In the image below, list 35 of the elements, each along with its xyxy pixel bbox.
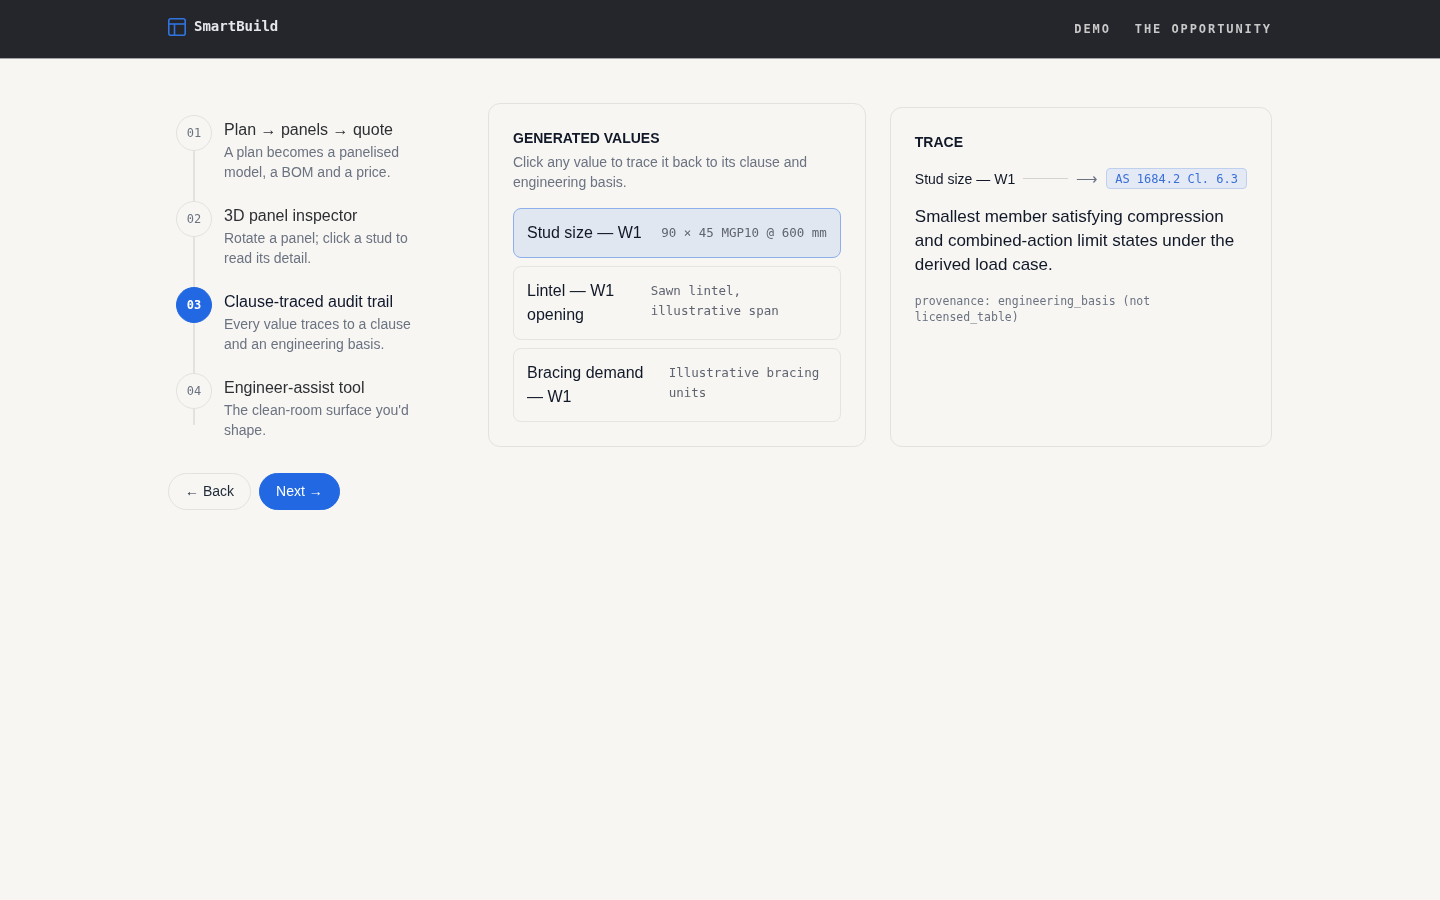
- value-label: Stud size — W1: [527, 223, 642, 243]
- back-button[interactable]: ← Back: [168, 473, 251, 510]
- trace-arrow: ⟶: [1076, 168, 1099, 189]
- step-description: Rotate a panel; click a stud to read its detail.: [224, 229, 409, 268]
- step-description: Every value traces to a clause and an engineering basis.: [224, 315, 412, 354]
- step-title[interactable]: Engineer-assist tool: [224, 376, 429, 400]
- step-description: The clean-room surface you'd shape.: [224, 401, 410, 440]
- section-description: Click any value to trace it back to its clause and engineering basis.: [513, 153, 809, 192]
- step-number[interactable]: 02: [176, 201, 212, 237]
- step-number[interactable]: 03: [176, 287, 212, 323]
- value-reading: Sawn lintel, illustrative span: [650, 282, 780, 320]
- value-label: Lintel — W1 opening: [527, 281, 616, 325]
- value-reading: Illustrative bracing units: [668, 364, 821, 402]
- trace-source: Stud size — W1: [914, 169, 1016, 189]
- trace-explanation: Smallest member satisfying compression and combined-action limit states under the derived load case.: [914, 206, 1236, 276]
- step-number[interactable]: 04: [176, 373, 212, 409]
- step-number[interactable]: 01: [176, 115, 212, 151]
- step-title[interactable]: Clause-traced audit trail: [224, 290, 429, 314]
- provenance-note: provenance: engineering_basis (not licensed_table): [914, 293, 1152, 325]
- nav-link[interactable]: DEMO: [1074, 20, 1111, 38]
- step-description: A plan becomes a panelised model, a BOM and a price.: [224, 143, 401, 182]
- section-title: GENERATED VALUES: [513, 129, 661, 148]
- clause-tag: AS 1684.2 Cl. 6.3: [1106, 168, 1247, 189]
- step-title[interactable]: Plan → panels → quote: [224, 118, 429, 142]
- layout-icon: [168, 17, 186, 36]
- step-title[interactable]: 3D panel inspector: [224, 204, 429, 228]
- next-button[interactable]: Next →: [259, 473, 340, 510]
- value-row[interactable]: Lintel — W1 opening Sawn lintel, illustrative span: [513, 266, 841, 340]
- value-row[interactable]: Bracing demand — W1 Illustrative bracing units: [513, 348, 841, 422]
- value-row[interactable]: Stud size — W1 90 × 45 MGP10 @ 600 mm: [513, 208, 841, 258]
- value-label: Bracing demand — W1: [527, 363, 645, 407]
- brand-name: SmartBuild: [194, 17, 279, 36]
- nav-link[interactable]: THE OPPORTUNITY: [1134, 20, 1272, 38]
- value-reading: 90 × 45 MGP10 @ 600 mm: [661, 224, 827, 242]
- section-title: TRACE: [914, 133, 965, 152]
